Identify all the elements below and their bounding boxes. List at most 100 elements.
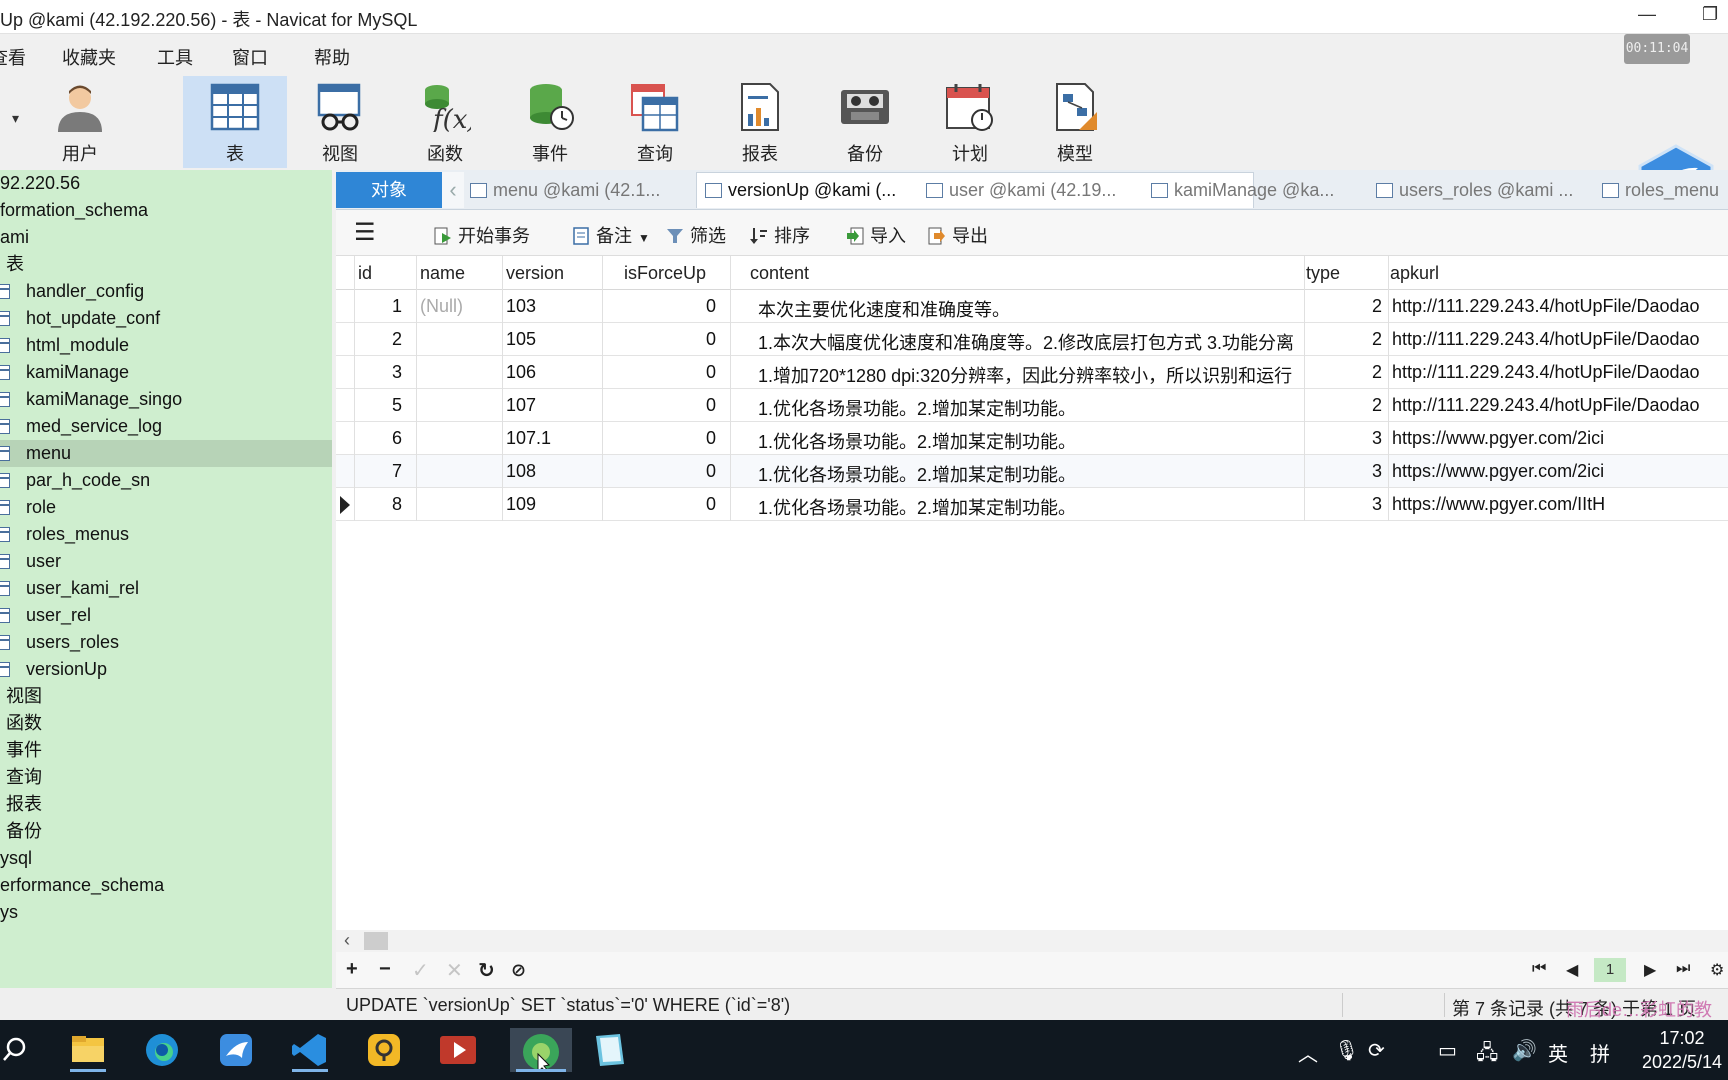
tool-user[interactable]: 用户: [28, 76, 132, 168]
menu-tools[interactable]: 工具: [157, 44, 193, 70]
discard-changes-button[interactable]: ✕: [446, 958, 463, 983]
tab-kamimanage[interactable]: kamiManage @ka...: [1151, 172, 1361, 208]
sidebar-item-[interactable]: 表: [0, 251, 332, 278]
cell-apkurl[interactable]: https://www.pgyer.com/IItH: [1392, 494, 1728, 515]
add-record-button[interactable]: +: [346, 958, 358, 981]
column-header-name[interactable]: name: [420, 263, 465, 284]
cell-isforceup[interactable]: 0: [606, 395, 716, 416]
table-row[interactable]: 3 106 0 1.增加720*1280 dpi:320分辨率，因此分辨率较小，所以识…: [336, 356, 1728, 389]
column-header-id[interactable]: id: [358, 263, 372, 284]
sidebar-item-versionup[interactable]: versionUp: [0, 656, 332, 683]
edge-icon[interactable]: [138, 1028, 186, 1072]
file-explorer-icon[interactable]: [64, 1028, 112, 1072]
tool-event[interactable]: 事件: [498, 76, 602, 168]
table-row[interactable]: 6 107.1 0 1.优化各场景功能。2.增加某定制功能。 3 https://www.…: [336, 422, 1728, 455]
cell-id[interactable]: 8: [354, 494, 402, 515]
cell-content[interactable]: 1.增加720*1280 dpi:320分辨率，因此分辨率较小，所以识别和运行: [758, 362, 1298, 388]
cell-id[interactable]: 2: [354, 329, 402, 350]
sidebar-item-erformance-schema[interactable]: erformance_schema: [0, 872, 332, 899]
network-icon[interactable]: 🖧: [1476, 1038, 1498, 1072]
cell-id[interactable]: 6: [354, 428, 402, 449]
cell-version[interactable]: 107: [506, 395, 600, 416]
sidebar-item-[interactable]: 报表: [0, 791, 332, 818]
column-divider[interactable]: [1388, 256, 1389, 521]
scroll-thumb[interactable]: [364, 932, 388, 950]
cell-content[interactable]: 1.优化各场景功能。2.增加某定制功能。: [758, 428, 1298, 454]
sidebar-item-role[interactable]: role: [0, 494, 332, 521]
menu-view[interactable]: 查看: [0, 44, 26, 70]
column-header-isforceup[interactable]: isForceUp: [624, 263, 706, 284]
begin-transaction-button[interactable]: 开始事务: [434, 222, 530, 248]
sidebar-item-kamimanage[interactable]: kamiManage: [0, 359, 332, 386]
sidebar-item-html-module[interactable]: html_module: [0, 332, 332, 359]
refresh-icon[interactable]: ↻: [478, 958, 495, 983]
editor-icon[interactable]: [586, 1028, 634, 1072]
ime-mode[interactable]: 拼: [1590, 1038, 1610, 1067]
menu-favorites[interactable]: 收藏夹: [62, 44, 116, 70]
import-button[interactable]: 导入: [846, 222, 906, 248]
cell-version[interactable]: 107.1: [506, 428, 600, 449]
cell-isforceup[interactable]: 0: [606, 296, 716, 317]
cell-content[interactable]: 1.本次大幅度优化速度和准确度等。2.修改底层打包方式 3.功能分离: [758, 329, 1298, 355]
column-header-type[interactable]: type: [1306, 263, 1340, 284]
cell-apkurl[interactable]: https://www.pgyer.com/2ici: [1392, 461, 1728, 482]
filter-button[interactable]: 筛选: [666, 222, 726, 248]
cell-type[interactable]: 2: [1304, 395, 1382, 416]
sidebar-item-92-220-56[interactable]: 92.220.56: [0, 170, 332, 197]
cell-version[interactable]: 109: [506, 494, 600, 515]
column-divider[interactable]: [602, 256, 603, 521]
tool-backup[interactable]: 备份: [813, 76, 917, 168]
cell-content[interactable]: 本次主要优化速度和准确度等。: [758, 296, 1298, 322]
cell-isforceup[interactable]: 0: [606, 329, 716, 350]
cell-isforceup[interactable]: 0: [606, 362, 716, 383]
cell-type[interactable]: 3: [1304, 428, 1382, 449]
table-row[interactable]: 1 (Null) 103 0 本次主要优化速度和准确度等。 2 http://111.229…: [336, 290, 1728, 323]
app-yellow-icon[interactable]: [360, 1028, 408, 1072]
tab-users-roles[interactable]: users_roles @kami ...: [1376, 172, 1591, 208]
minimize-button[interactable]: —: [1638, 4, 1656, 25]
cell-version[interactable]: 106: [506, 362, 600, 383]
cell-type[interactable]: 2: [1304, 296, 1382, 317]
cell-version[interactable]: 103: [506, 296, 600, 317]
sync-icon[interactable]: ⟳: [1368, 1038, 1385, 1063]
column-header-version[interactable]: version: [506, 263, 564, 284]
system-clock[interactable]: 17:02 2022/5/14: [1636, 1026, 1728, 1074]
cell-isforceup[interactable]: 0: [606, 428, 716, 449]
chevron-down-icon[interactable]: ▼: [638, 231, 650, 245]
tool-report[interactable]: 报表: [708, 76, 812, 168]
cell-apkurl[interactable]: http://111.229.243.4/hotUpFile/Daodao: [1392, 395, 1728, 416]
tool-table[interactable]: 表: [183, 76, 287, 168]
restore-button[interactable]: ❐: [1702, 4, 1718, 25]
column-divider[interactable]: [354, 256, 355, 521]
sidebar-item-[interactable]: 视图: [0, 683, 332, 710]
sort-button[interactable]: 排序: [750, 222, 810, 248]
cell-id[interactable]: 7: [354, 461, 402, 482]
cell-content[interactable]: 1.优化各场景功能。2.增加某定制功能。: [758, 461, 1298, 487]
cell-id[interactable]: 3: [354, 362, 402, 383]
sidebar-item-[interactable]: 查询: [0, 764, 332, 791]
sidebar-item-users-roles[interactable]: users_roles: [0, 629, 332, 656]
page-number[interactable]: 1: [1594, 958, 1626, 982]
menu-help[interactable]: 帮助: [314, 44, 350, 70]
video-player-icon[interactable]: [434, 1028, 482, 1072]
ime-language[interactable]: 英: [1548, 1038, 1568, 1067]
column-header-apkurl[interactable]: apkurl: [1390, 263, 1439, 284]
tab-scroll-left-icon[interactable]: ‹: [442, 172, 464, 208]
table-row[interactable]: 8 109 0 1.优化各场景功能。2.增加某定制功能。 3 https://www.pg…: [336, 488, 1728, 521]
last-page-icon[interactable]: ⏭: [1676, 960, 1690, 978]
apply-changes-button[interactable]: ✓: [412, 958, 429, 983]
sidebar-item-[interactable]: 备份: [0, 818, 332, 845]
column-header-content[interactable]: content: [750, 263, 809, 284]
table-row[interactable]: 5 107 0 1.优化各场景功能。2.增加某定制功能。 2 http://111.229…: [336, 389, 1728, 422]
tool-function[interactable]: f(x) 函数: [393, 76, 497, 168]
tab-objects[interactable]: 对象: [336, 172, 442, 208]
sidebar-item-med-service-log[interactable]: med_service_log: [0, 413, 332, 440]
tab-roles-menu[interactable]: roles_menu: [1602, 172, 1728, 208]
cell-name[interactable]: (Null): [420, 296, 500, 317]
cell-isforceup[interactable]: 0: [606, 461, 716, 482]
tray-expand-icon[interactable]: ︿: [1298, 1038, 1318, 1067]
cell-id[interactable]: 5: [354, 395, 402, 416]
scroll-left-icon[interactable]: ‹: [344, 930, 350, 951]
sidebar-item-roles-menus[interactable]: roles_menus: [0, 521, 332, 548]
dropdown-arrow-icon[interactable]: ▾: [12, 110, 19, 127]
